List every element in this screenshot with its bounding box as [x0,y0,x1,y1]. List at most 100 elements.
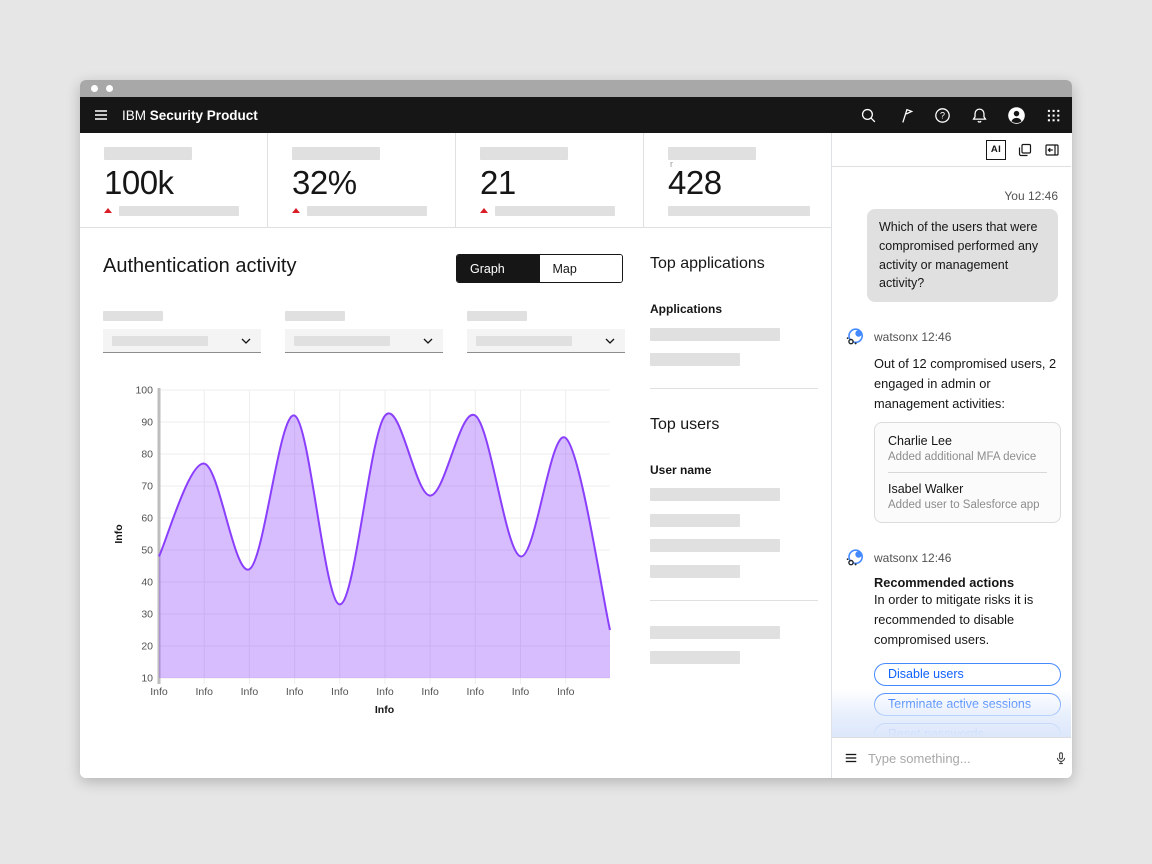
svg-text:90: 90 [141,417,153,429]
skeleton-bar [650,353,740,366]
skeleton-bar [668,147,756,160]
svg-text:Info: Info [375,704,394,716]
skeleton-bar [112,336,208,346]
user-name: Isabel Walker [888,482,1047,496]
message-meta: watsonx 12:46 [874,551,951,565]
user-activity: Added user to Salesforce app [888,499,1047,511]
recommended-actions-heading: Recommended actions [874,575,1061,590]
user-name: Charlie Lee [888,434,1047,448]
assistant-message-header: watsonx 12:46 [845,548,1058,568]
svg-text:80: 80 [141,449,153,461]
toggle-option-map[interactable]: Map [540,255,623,282]
skeleton-bar [285,311,345,321]
user-activity: Added additional MFA device [888,451,1047,463]
app-window: IBM Security Product ? [80,80,1072,778]
kpi-card: 100k [80,133,268,227]
duplicate-icon[interactable] [1017,142,1033,158]
kpi-annotation: r [670,159,673,169]
user-name-column-header: User name [650,463,711,477]
watsonx-avatar-icon [845,327,865,347]
authentication-activity-chart: 102030405060708090100InfoInfoInfoInfoInf… [100,383,622,721]
signpost-icon[interactable] [887,97,924,133]
chat-header: AI [832,133,1071,167]
filter-dropdown [285,311,443,353]
trend-up-icon [480,208,488,213]
dropdown-select[interactable] [285,329,443,353]
svg-text:50: 50 [141,545,153,557]
skeleton-bar [650,488,780,501]
app-header: IBM Security Product ? [80,97,1072,133]
skeleton-bar [104,147,192,160]
skeleton-bar [476,336,572,346]
svg-text:100: 100 [135,385,153,397]
skeleton-bar [650,539,780,552]
search-icon[interactable] [850,97,887,133]
hamburger-menu-icon[interactable] [80,97,122,133]
window-control-dot[interactable] [106,85,113,92]
ai-chat-panel: AI You 12:46 Which of the users that wer… [831,133,1071,778]
svg-text:Info: Info [512,686,530,698]
toggle-option-graph[interactable]: Graph [457,255,540,282]
chevron-down-icon [605,338,615,344]
assistant-message-header: watsonx 12:46 [845,327,1058,347]
svg-text:Info: Info [421,686,439,698]
skeleton-bar [294,336,390,346]
skeleton-bar [650,328,780,341]
user-message-bubble: Which of the users that were compromised… [867,209,1058,302]
message-meta: You 12:46 [845,189,1058,203]
kpi-row: 100k 32% 21 r 428 [80,133,831,228]
svg-text:Info: Info [286,686,304,698]
input-menu-icon[interactable] [844,751,858,765]
side-panel-close-icon[interactable] [1044,142,1060,158]
chat-text-input[interactable] [868,751,1044,766]
dashboard-main: 100k 32% 21 r 428 [80,133,831,778]
microphone-icon[interactable] [1054,751,1068,766]
chevron-down-icon [241,338,251,344]
dropdown-select[interactable] [467,329,625,353]
message-meta: watsonx 12:46 [874,330,951,344]
svg-text:Info: Info [376,686,394,698]
window-control-dot[interactable] [91,85,98,92]
svg-text:Info: Info [467,686,485,698]
trend-up-icon [292,208,300,213]
notifications-icon[interactable] [961,97,998,133]
divider [650,388,818,389]
chat-messages: You 12:46 Which of the users that were c… [832,167,1071,737]
svg-text:70: 70 [141,481,153,493]
svg-text:60: 60 [141,513,153,525]
app-switcher-icon[interactable] [1035,97,1072,133]
svg-text:Info: Info [195,686,213,698]
reset-passwords-button[interactable]: Reset passwords [874,723,1061,737]
watsonx-avatar-icon [845,548,865,568]
ai-label-icon[interactable]: AI [986,140,1006,160]
terminate-sessions-button[interactable]: Terminate active sessions [874,693,1061,716]
svg-text:20: 20 [141,641,153,653]
kpi-value: 32% [292,165,455,201]
skeleton-bar [307,206,427,216]
svg-text:Info: Info [557,686,575,698]
svg-text:40: 40 [141,577,153,589]
skeleton-bar [292,147,380,160]
svg-text:Info: Info [331,686,349,698]
skeleton-bar [103,311,163,321]
skeleton-bar [650,565,740,578]
skeleton-bar [650,651,740,664]
svg-text:10: 10 [141,673,153,685]
skeleton-bar [480,147,568,160]
help-icon[interactable]: ? [924,97,961,133]
kpi-card: 32% [268,133,456,227]
dropdown-select[interactable] [103,329,261,353]
compromised-users-card: Charlie Lee Added additional MFA device … [874,422,1061,523]
disable-users-button[interactable]: Disable users [874,663,1061,686]
avatar-icon[interactable] [998,97,1035,133]
chat-input-bar [832,737,1071,778]
section-title: Authentication activity [103,255,296,278]
trend-up-icon [104,208,112,213]
divider [888,472,1047,473]
kpi-card: r 428 [644,133,831,227]
skeleton-bar [650,626,780,639]
skeleton-bar [495,206,615,216]
divider [650,600,818,601]
top-users-title: Top users [650,416,719,434]
filter-dropdown [103,311,261,353]
